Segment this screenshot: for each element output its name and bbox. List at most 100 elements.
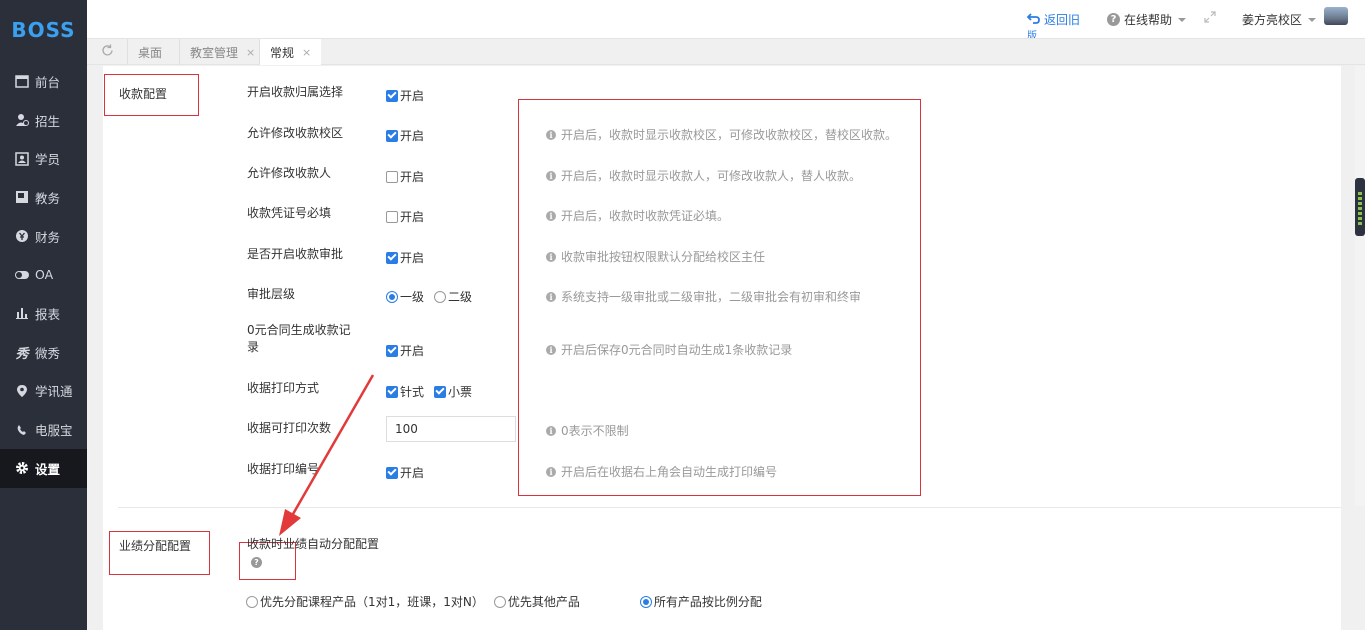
chevron-down-icon	[1178, 17, 1187, 22]
radio-label: 优先其他产品	[507, 595, 580, 609]
sidebar-item-weixiu[interactable]: 秀 微秀	[0, 333, 87, 372]
checkbox-label: 小票	[448, 385, 473, 399]
checkbox-box[interactable]	[386, 466, 398, 479]
id-card-icon	[14, 151, 30, 167]
radio-other-first[interactable]: 优先其他产品	[493, 593, 580, 610]
help-icon[interactable]: ?	[251, 557, 262, 568]
book-icon	[14, 189, 30, 205]
hint-label: 开启后保存0元合同时自动生成1条收款记录	[561, 343, 793, 357]
help-icon: ?	[1107, 13, 1120, 26]
hint-label: 开启后在收据右上角会自动生成打印编号	[561, 465, 778, 479]
sidebar-item-label: 电服宝	[35, 423, 73, 439]
sidebar-item-frontdesk[interactable]: 前台	[0, 62, 87, 101]
checkbox-payment-approval[interactable]: 开启	[386, 249, 424, 266]
sidebar-item-finance[interactable]: 财务	[0, 217, 87, 256]
checkbox-box[interactable]	[386, 170, 398, 183]
checkbox-box[interactable]	[386, 129, 398, 142]
checkbox-voucher-required[interactable]: 开启	[386, 208, 424, 225]
radio-level-one[interactable]: 一级	[386, 288, 424, 305]
radio-label: 所有产品按比例分配	[653, 595, 762, 609]
hint-text: i 0表示不限制	[546, 422, 629, 439]
sidebar-item-label: 学员	[35, 152, 61, 168]
checkbox-modify-payee[interactable]: 开启	[386, 168, 424, 185]
radio-label: 优先分配课程产品（1对1，班课，1对N）	[260, 595, 484, 609]
hint-label: 0表示不限制	[561, 424, 629, 438]
tab-label: 桌面	[138, 45, 163, 60]
tab-general[interactable]: 常规 ×	[259, 39, 322, 65]
sidebar-item-enrollment[interactable]: 招生	[0, 101, 87, 140]
sidebar-item-academic[interactable]: 教务	[0, 178, 87, 217]
fullscreen-icon[interactable]	[1204, 11, 1216, 23]
checkbox-box[interactable]	[434, 385, 447, 398]
sidebar-item-dianfubao[interactable]: 电服宝	[0, 410, 87, 449]
tab-desktop[interactable]: 桌面	[127, 39, 172, 65]
radio-proportional[interactable]: 所有产品按比例分配	[639, 593, 762, 610]
print-count-wrapper	[386, 416, 516, 442]
performance-allocation-radios: 优先分配课程产品（1对1，班课，1对N） 优先其他产品 所有产品按比例分配	[246, 593, 772, 610]
sidebar-item-reports[interactable]: 报表	[0, 294, 87, 333]
checkbox-label: 开启	[400, 210, 425, 224]
checkbox-ticket[interactable]: 小票	[434, 383, 472, 400]
radio-circle[interactable]	[246, 595, 258, 608]
checkbox-box[interactable]	[386, 210, 398, 223]
close-icon[interactable]: ×	[246, 46, 255, 59]
scrollbar-track[interactable]	[1355, 66, 1365, 506]
location-icon	[14, 383, 30, 399]
annotation-arrow	[279, 374, 375, 536]
online-help-menu[interactable]: ? 在线帮助	[1107, 11, 1187, 28]
checkbox-modify-campus[interactable]: 开启	[386, 127, 424, 144]
sidebar-item-oa[interactable]: OA	[0, 255, 87, 294]
top-header: 返回旧 版 ? 在线帮助 姜方亮校区	[87, 0, 1365, 42]
show-icon: 秀	[15, 346, 29, 362]
setting-label: 0元合同生成收款记 录	[247, 322, 351, 356]
radio-circle[interactable]	[639, 595, 652, 608]
checkbox-box[interactable]	[386, 344, 398, 357]
checkbox-dot-matrix[interactable]: 针式	[386, 383, 424, 400]
sidebar-item-xuexuntong[interactable]: 学讯通	[0, 372, 87, 411]
hint-label: 收款审批按钮权限默认分配给校区主任	[561, 250, 766, 264]
sidebar-item-label: 学讯通	[35, 384, 73, 400]
checkbox-box[interactable]	[386, 385, 398, 398]
checkbox-label: 开启	[400, 129, 425, 143]
radio-label: 二级	[448, 290, 473, 304]
setting-label: 审批层级	[247, 287, 296, 301]
toggle-icon	[14, 267, 30, 283]
sidebar-item-label: 设置	[35, 461, 61, 477]
print-count-input[interactable]	[386, 416, 516, 442]
sidebar: BOSS 前台 招生 学员 教务 财务 OA 报表 秀 微秀 学讯通 电服宝 设…	[0, 0, 87, 630]
hint-text: i 收款审批按钮权限默认分配给校区主任	[546, 248, 765, 265]
sidebar-item-settings[interactable]: 设置	[0, 448, 87, 488]
refresh-icon[interactable]	[101, 44, 114, 61]
sidebar-item-label: 财务	[35, 229, 61, 245]
campus-selector[interactable]: 姜方亮校区	[1242, 11, 1317, 28]
checkbox-print-number[interactable]: 开启	[386, 464, 424, 481]
checkbox-box[interactable]	[386, 251, 398, 264]
radio-level-two[interactable]: 二级	[434, 288, 472, 305]
sidebar-item-label: 教务	[35, 190, 61, 206]
hint-label: 开启后，收款时显示收款人，可修改收款人，替人收款。	[561, 169, 862, 183]
info-icon: i	[546, 466, 556, 477]
campus-label: 姜方亮校区	[1242, 13, 1303, 27]
checkbox-zero-contract-record[interactable]: 开启	[386, 342, 424, 359]
close-icon[interactable]: ×	[302, 46, 311, 59]
setting-label: 收款凭证号必填	[247, 206, 332, 220]
radio-circle[interactable]	[434, 290, 447, 303]
hint-text: i 开启后，收款时显示收款校区，可修改收款校区，替校区收款。	[546, 126, 897, 143]
radio-circle[interactable]	[493, 595, 506, 608]
hint-text: i 系统支持一级审批或二级审批，二级审批会有初审和终审	[546, 288, 861, 305]
sidebar-item-label: 招生	[35, 113, 61, 129]
avatar[interactable]	[1324, 7, 1348, 25]
tab-classroom-management[interactable]: 教室管理 ×	[179, 39, 265, 65]
sidebar-item-students[interactable]: 学员	[0, 139, 87, 178]
logo: BOSS	[11, 18, 76, 42]
hint-label: 开启后，收款时收款凭证必填。	[561, 209, 730, 223]
scrollbar-handle[interactable]	[1355, 178, 1365, 236]
calendar-icon	[14, 73, 30, 89]
radio-circle[interactable]	[386, 290, 398, 303]
checkbox-payment-attribution[interactable]: 开启	[386, 87, 424, 104]
back-to-old-version-link[interactable]: 返回旧 版	[1026, 11, 1080, 42]
checkbox-label: 开启	[400, 170, 425, 184]
radio-course-first[interactable]: 优先分配课程产品（1对1，班课，1对N）	[246, 593, 484, 610]
radio-label: 一级	[400, 290, 425, 304]
checkbox-box[interactable]	[386, 89, 398, 102]
